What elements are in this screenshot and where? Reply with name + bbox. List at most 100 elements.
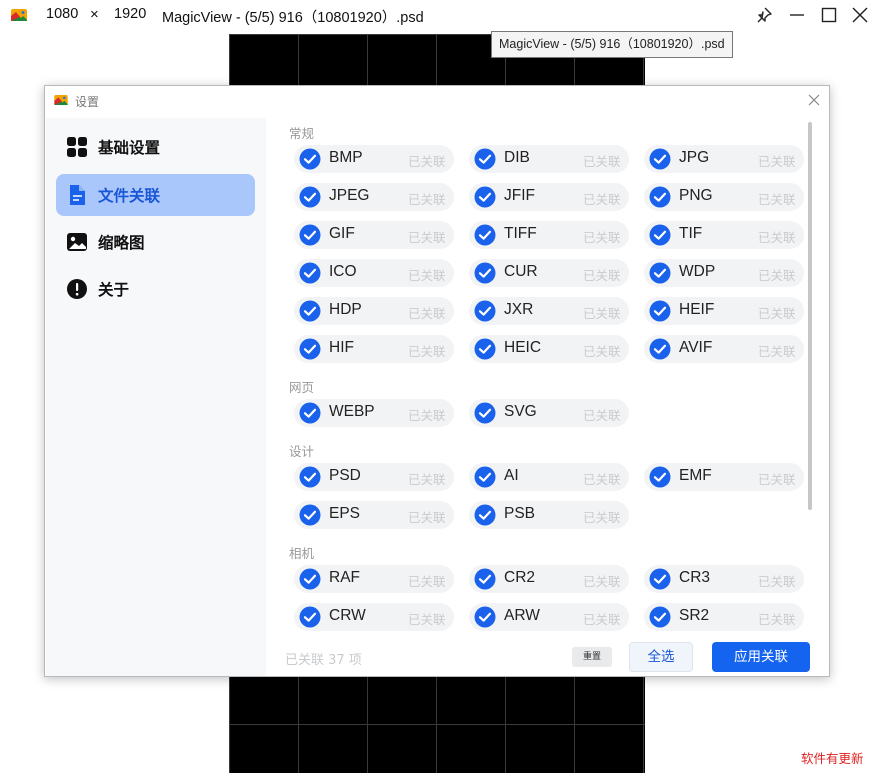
association-state: 已关联 xyxy=(758,306,796,321)
pin-icon[interactable] xyxy=(753,5,775,25)
checkbox-checked-icon[interactable] xyxy=(299,504,321,526)
checkbox-checked-icon[interactable] xyxy=(474,504,496,526)
file-type-jpg[interactable]: JPG 已关联 xyxy=(644,145,804,173)
file-type-png[interactable]: PNG 已关联 xyxy=(644,183,804,211)
association-state: 已关联 xyxy=(583,574,621,589)
checkbox-checked-icon[interactable] xyxy=(649,148,671,170)
association-state: 已关联 xyxy=(758,268,796,283)
info-icon xyxy=(67,279,87,299)
file-type-webp[interactable]: WEBP 已关联 xyxy=(294,399,454,427)
file-type-eps[interactable]: EPS 已关联 xyxy=(294,501,454,529)
checkbox-checked-icon[interactable] xyxy=(649,224,671,246)
checkbox-checked-icon[interactable] xyxy=(649,338,671,360)
file-type-jfif[interactable]: JFIF 已关联 xyxy=(469,183,629,211)
file-extension: GIF xyxy=(329,225,355,242)
file-type-cr3[interactable]: CR3 已关联 xyxy=(644,565,804,593)
checkbox-checked-icon[interactable] xyxy=(649,606,671,628)
checkbox-checked-icon[interactable] xyxy=(299,338,321,360)
file-extension: CR2 xyxy=(504,569,536,586)
file-type-bmp[interactable]: BMP 已关联 xyxy=(294,145,454,173)
file-type-raf[interactable]: RAF 已关联 xyxy=(294,565,454,593)
file-type-arw[interactable]: ARW 已关联 xyxy=(469,603,629,631)
checkbox-checked-icon[interactable] xyxy=(649,300,671,322)
sidebar-item-basic[interactable]: 基础设置 xyxy=(56,126,255,168)
association-state: 已关联 xyxy=(408,574,446,589)
minimize-icon[interactable] xyxy=(786,5,808,25)
scrollbar-thumb[interactable] xyxy=(808,122,812,510)
file-extension: AI xyxy=(504,467,519,484)
checkbox-checked-icon[interactable] xyxy=(649,466,671,488)
file-extension: CR3 xyxy=(679,569,711,586)
maximize-icon[interactable] xyxy=(818,5,840,25)
checkbox-checked-icon[interactable] xyxy=(474,402,496,424)
file-type-tiff[interactable]: TIFF 已关联 xyxy=(469,221,629,249)
close-window-icon[interactable] xyxy=(849,5,871,25)
sidebar-item-about[interactable]: 关于 xyxy=(56,268,255,310)
file-type-jpeg[interactable]: JPEG 已关联 xyxy=(294,183,454,211)
file-type-crw[interactable]: CRW 已关联 xyxy=(294,603,454,631)
sidebar-item-thumbnail[interactable]: 缩略图 xyxy=(56,221,255,263)
checkbox-checked-icon[interactable] xyxy=(474,338,496,360)
checkbox-checked-icon[interactable] xyxy=(474,300,496,322)
checkbox-checked-icon[interactable] xyxy=(474,606,496,628)
file-type-ai[interactable]: AI 已关联 xyxy=(469,463,629,491)
window-titlebar: 1080 × 1920 MagicView - (5/5) 916（108019… xyxy=(0,0,873,32)
file-extension: JPEG xyxy=(329,187,370,204)
dialog-close-icon[interactable] xyxy=(806,92,822,108)
sidebar-item-label: 缩略图 xyxy=(98,234,145,252)
association-state: 已关联 xyxy=(758,154,796,169)
checkbox-checked-icon[interactable] xyxy=(299,300,321,322)
association-state: 已关联 xyxy=(408,230,446,245)
file-type-heic[interactable]: HEIC 已关联 xyxy=(469,335,629,363)
checkbox-checked-icon[interactable] xyxy=(299,148,321,170)
file-extension: PSB xyxy=(504,505,536,522)
file-type-cur[interactable]: CUR 已关联 xyxy=(469,259,629,287)
file-type-svg[interactable]: SVG 已关联 xyxy=(469,399,629,427)
image-height: 1920 xyxy=(114,6,147,22)
file-type-tif[interactable]: TIF 已关联 xyxy=(644,221,804,249)
checkbox-checked-icon[interactable] xyxy=(474,186,496,208)
file-type-heif[interactable]: HEIF 已关联 xyxy=(644,297,804,325)
file-type-avif[interactable]: AVIF 已关联 xyxy=(644,335,804,363)
checkbox-checked-icon[interactable] xyxy=(474,262,496,284)
checkbox-checked-icon[interactable] xyxy=(474,224,496,246)
sidebar-item-file-association[interactable]: 文件关联 xyxy=(56,174,255,216)
checkbox-checked-icon[interactable] xyxy=(649,186,671,208)
checkbox-checked-icon[interactable] xyxy=(649,568,671,590)
file-type-jxr[interactable]: JXR 已关联 xyxy=(469,297,629,325)
checkbox-checked-icon[interactable] xyxy=(474,148,496,170)
checkbox-checked-icon[interactable] xyxy=(474,568,496,590)
file-extension: TIFF xyxy=(504,225,537,242)
association-state: 已关联 xyxy=(408,268,446,283)
reset-button[interactable]: 重置 xyxy=(572,647,612,667)
file-type-dib[interactable]: DIB 已关联 xyxy=(469,145,629,173)
file-type-hdp[interactable]: HDP 已关联 xyxy=(294,297,454,325)
checkbox-checked-icon[interactable] xyxy=(299,466,321,488)
file-type-gif[interactable]: GIF 已关联 xyxy=(294,221,454,249)
file-type-emf[interactable]: EMF 已关联 xyxy=(644,463,804,491)
checkbox-checked-icon[interactable] xyxy=(299,224,321,246)
checkbox-checked-icon[interactable] xyxy=(299,186,321,208)
checkbox-checked-icon[interactable] xyxy=(299,568,321,590)
file-type-cr2[interactable]: CR2 已关联 xyxy=(469,565,629,593)
file-type-psd[interactable]: PSD 已关联 xyxy=(294,463,454,491)
file-extension: EPS xyxy=(329,505,361,522)
association-state: 已关联 xyxy=(758,612,796,627)
checkbox-checked-icon[interactable] xyxy=(299,402,321,424)
dialog-logo-icon xyxy=(54,95,68,105)
file-type-sr2[interactable]: SR2 已关联 xyxy=(644,603,804,631)
file-type-wdp[interactable]: WDP 已关联 xyxy=(644,259,804,287)
checkbox-checked-icon[interactable] xyxy=(299,262,321,284)
update-notice[interactable]: 软件有更新 xyxy=(801,748,864,767)
file-type-hif[interactable]: HIF 已关联 xyxy=(294,335,454,363)
file-extension: HEIF xyxy=(679,301,715,318)
file-type-psb[interactable]: PSB 已关联 xyxy=(469,501,629,529)
sidebar-item-label: 文件关联 xyxy=(98,187,161,205)
association-state: 已关联 xyxy=(583,612,621,627)
file-type-ico[interactable]: ICO 已关联 xyxy=(294,259,454,287)
checkbox-checked-icon[interactable] xyxy=(649,262,671,284)
checkbox-checked-icon[interactable] xyxy=(299,606,321,628)
checkbox-checked-icon[interactable] xyxy=(474,466,496,488)
select-all-button[interactable]: 全选 xyxy=(629,642,693,672)
apply-association-button[interactable]: 应用关联 xyxy=(712,642,810,672)
